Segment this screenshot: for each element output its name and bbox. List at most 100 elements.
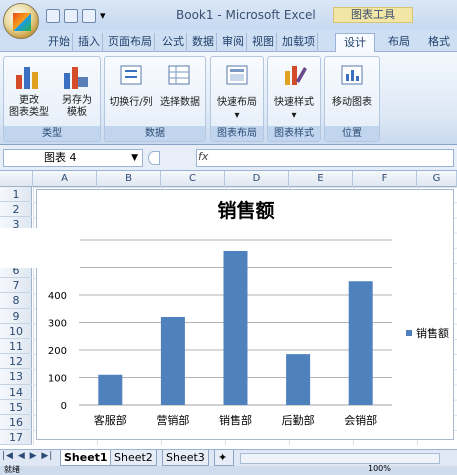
tab-home[interactable]: 开始	[46, 33, 73, 52]
quick-layout-button[interactable]: 快速布局	[211, 97, 263, 109]
bar-营销部[interactable]	[160, 317, 185, 405]
tab-design[interactable]: 设计	[335, 33, 375, 52]
quick-styles-dropdown-icon[interactable]: ▾	[268, 110, 320, 122]
x-tick-label: 会销部	[344, 413, 377, 427]
row-header-2[interactable]: 2	[0, 202, 32, 218]
legend-key-swatch	[406, 330, 412, 336]
office-button[interactable]	[3, 3, 39, 39]
row-header-13[interactable]: 13	[0, 369, 32, 385]
row-headers: 1234567891011121314151617	[0, 187, 32, 446]
group-location: 移动图表 位置	[324, 56, 380, 142]
y-tick-label: 100	[48, 374, 67, 385]
row-header-12[interactable]: 12	[0, 354, 32, 370]
bar-会销部[interactable]	[348, 281, 373, 405]
plot-area[interactable]: 0 100 200 300 400 客服部 营销部 销售部 后勤部 会销部	[48, 239, 392, 427]
sheet-tab-2[interactable]: Sheet2	[110, 450, 157, 466]
tab-review[interactable]: 审阅	[220, 33, 247, 52]
row-header-16[interactable]: 16	[0, 415, 32, 431]
row-header-8[interactable]: 8	[0, 293, 32, 309]
insert-function-icon[interactable]: fx	[198, 150, 208, 163]
save-icon[interactable]	[46, 9, 60, 23]
column-header-a[interactable]: A	[33, 171, 97, 187]
column-header-d[interactable]: D	[225, 171, 289, 187]
select-data-button[interactable]: 选择数据	[155, 97, 205, 109]
tab-layout[interactable]: 布局	[386, 33, 412, 52]
tab-view[interactable]: 视图	[250, 33, 277, 52]
quick-access-toolbar: ▾	[46, 7, 108, 25]
insert-sheet-icon[interactable]: ✦	[214, 450, 234, 466]
window-title: Book1 - Microsoft Excel	[176, 8, 316, 22]
zoom-level[interactable]: 100%	[368, 464, 391, 473]
blank-overlay	[0, 228, 80, 268]
select-data-icon	[168, 65, 190, 85]
name-box[interactable]: 图表 4 ▼	[3, 149, 143, 167]
quick-styles-button[interactable]: 快速样式	[268, 97, 320, 109]
status-text: 就绪	[4, 465, 20, 474]
formula-input[interactable]	[196, 149, 454, 167]
undo-icon[interactable]	[64, 9, 78, 23]
row-header-15[interactable]: 15	[0, 400, 32, 415]
bar-销售部[interactable]	[223, 251, 248, 405]
row-header-1[interactable]: 1	[0, 187, 32, 203]
column-header-f[interactable]: F	[353, 171, 417, 187]
group-location-label: 位置	[325, 126, 379, 141]
tab-add-ins[interactable]: 加载项	[280, 33, 318, 52]
row-header-7[interactable]: 7	[0, 278, 32, 294]
y-tick-label: 400	[48, 291, 67, 302]
column-header-b[interactable]: B	[97, 171, 161, 187]
name-box-dropdown-icon[interactable]: ▼	[131, 150, 138, 166]
move-chart-icon	[341, 65, 363, 85]
group-chart-layout-label: 图表布局	[211, 126, 263, 141]
sheet-navigation-icons[interactable]: |◀ ◀ ▶ ▶|	[2, 451, 53, 461]
bar-客服部[interactable]	[98, 374, 123, 405]
column-headers: A B C D E F G	[0, 171, 457, 187]
column-header-c[interactable]: C	[161, 171, 225, 187]
chart-title[interactable]: 销售额	[217, 199, 274, 222]
chart-object[interactable]: 销售额 0 100 200 300 400 客服部 营销部 销售部 后勤部 会销部 销售额	[36, 189, 454, 440]
column-header-e[interactable]: E	[289, 171, 353, 187]
sheet-tab-3[interactable]: Sheet3	[162, 450, 209, 466]
tab-page-layout[interactable]: 页面布局	[106, 33, 155, 52]
group-chart-styles: 快速样式 ▾ 图表样式	[267, 56, 321, 142]
group-type: 更改 图表类型 另存为 模板 类型	[3, 56, 101, 142]
row-header-17[interactable]: 17	[0, 430, 32, 446]
save-as-template-button[interactable]: 另存为 模板	[54, 95, 100, 119]
switch-row-column-icon	[120, 65, 142, 85]
column-header-g[interactable]: G	[417, 171, 457, 187]
customize-qat-icon[interactable]: ▾	[100, 9, 108, 23]
redo-icon[interactable]	[82, 9, 96, 23]
row-header-9[interactable]: 9	[0, 309, 32, 324]
legend-label: 销售额	[416, 326, 449, 340]
quick-layout-dropdown-icon[interactable]: ▾	[211, 110, 263, 122]
office-logo-icon	[13, 13, 31, 31]
group-chart-styles-label: 图表样式	[268, 126, 320, 141]
legend[interactable]: 销售额	[406, 326, 449, 340]
tab-format[interactable]: 格式	[426, 33, 452, 52]
change-chart-type-button[interactable]: 更改 图表类型	[4, 95, 54, 119]
name-box-value: 图表 4	[44, 151, 77, 164]
ribbon: 更改 图表类型 另存为 模板 类型 切换行/列 选择数据 数据 快速布局 ▾ 图…	[0, 52, 457, 145]
move-chart-button[interactable]: 移动图表	[325, 97, 379, 109]
group-type-label: 类型	[4, 126, 100, 141]
x-tick-label: 销售部	[219, 413, 252, 427]
select-all-corner[interactable]	[0, 171, 33, 187]
tab-formulas[interactable]: 公式	[160, 33, 187, 52]
save-as-template-icon	[64, 67, 88, 89]
title-bar: ▾ Book1 - Microsoft Excel 图表工具	[0, 0, 457, 30]
change-chart-type-icon	[16, 67, 38, 89]
tab-insert[interactable]: 插入	[76, 33, 103, 52]
horizontal-scrollbar[interactable]	[240, 453, 440, 464]
row-header-11[interactable]: 11	[0, 339, 32, 355]
group-data-label: 数据	[105, 126, 205, 141]
sheet-tab-1[interactable]: Sheet1	[60, 450, 112, 466]
tab-data[interactable]: 数据	[190, 33, 217, 52]
status-bar: 就绪 100%	[0, 464, 457, 475]
formula-bar-splitter[interactable]	[148, 151, 160, 165]
chart-svg: 销售额 0 100 200 300 400 客服部 营销部 销售部 后勤部 会销部 销售额	[48, 199, 449, 427]
row-header-14[interactable]: 14	[0, 385, 32, 400]
switch-row-column-button[interactable]: 切换行/列	[105, 97, 157, 109]
x-tick-label: 后勤部	[282, 413, 315, 427]
bar-后勤部[interactable]	[286, 354, 311, 405]
row-header-10[interactable]: 10	[0, 324, 32, 339]
y-tick-label: 0	[61, 401, 67, 412]
